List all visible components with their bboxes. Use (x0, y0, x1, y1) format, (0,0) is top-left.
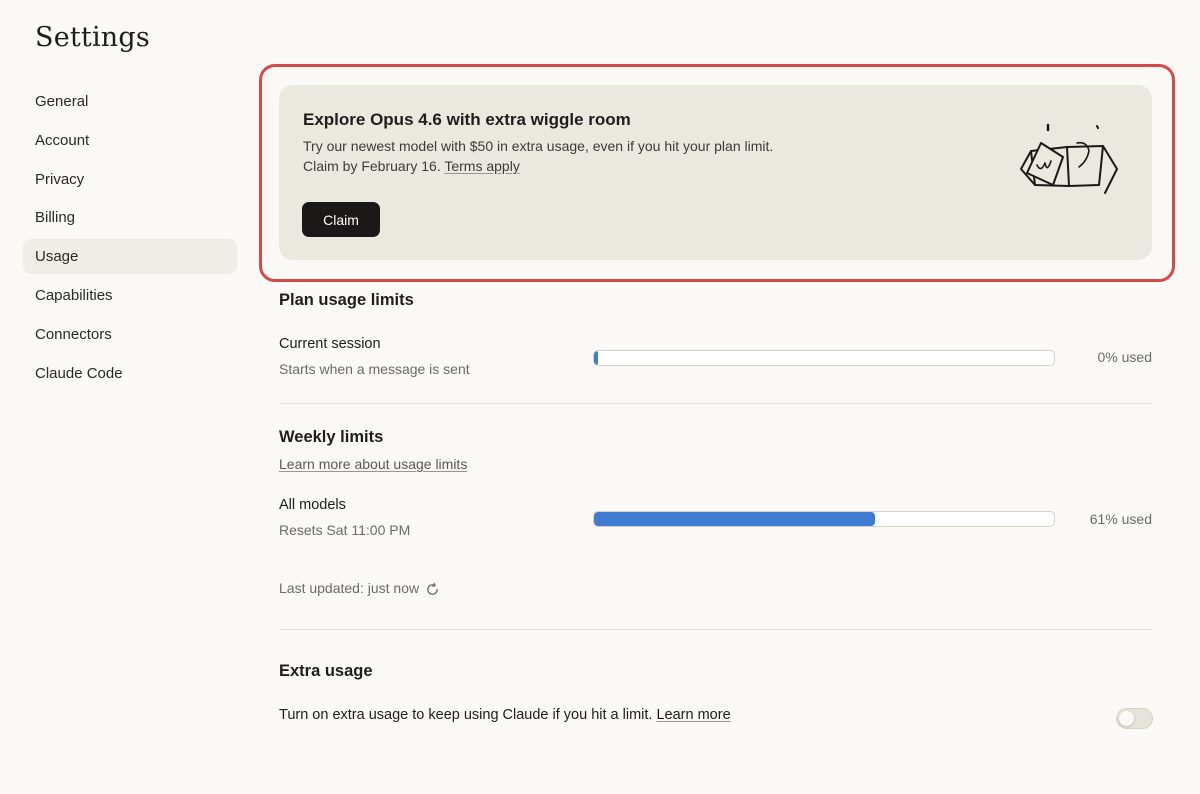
learn-more-usage-limits-link[interactable]: Learn more about usage limits (279, 456, 467, 472)
terms-apply-link[interactable]: Terms apply (444, 158, 519, 174)
sidebar-item-privacy[interactable]: Privacy (23, 162, 237, 197)
promo-line-1: Try our newest model with $50 in extra u… (303, 138, 774, 154)
current-session-sub: Starts when a message is sent (279, 361, 470, 377)
all-models-label: All models (279, 497, 346, 513)
sidebar-item-label: Capabilities (35, 286, 113, 304)
divider (279, 629, 1152, 630)
gift-box-illustration (1020, 123, 1118, 194)
current-session-progress-fill (594, 351, 598, 365)
sidebar-item-billing[interactable]: Billing (23, 200, 237, 235)
sidebar-item-usage[interactable]: Usage (23, 239, 237, 275)
extra-usage-text: Turn on extra usage to keep using Claude… (279, 707, 657, 723)
page-title: Settings (35, 22, 150, 53)
promo-line-2: Claim by February 16. Terms apply (303, 157, 773, 177)
sidebar-item-claude-code[interactable]: Claude Code (23, 356, 237, 391)
sidebar-item-label: Privacy (35, 170, 85, 188)
extra-usage-toggle[interactable] (1116, 708, 1153, 729)
extra-usage-title: Extra usage (279, 662, 373, 680)
all-models-progress-fill (594, 512, 875, 526)
all-models-usage-value: 61% used (1089, 511, 1152, 527)
sidebar-item-label: Billing (35, 209, 76, 227)
promo-title: Explore Opus 4.6 with extra wiggle room (303, 110, 631, 129)
sidebar-item-label: Connectors (35, 325, 112, 343)
promo-banner: Explore Opus 4.6 with extra wiggle room … (279, 85, 1152, 260)
toggle-knob (1119, 711, 1134, 726)
promo-claim-by: Claim by February 16. (303, 157, 445, 174)
plan-usage-title: Plan usage limits (279, 291, 414, 309)
last-updated-row: Last updated: just now (279, 580, 440, 597)
claim-button[interactable]: Claim (302, 202, 380, 237)
current-session-usage-value: 0% used (1097, 349, 1152, 365)
last-updated-text: Last updated: just now (279, 580, 420, 596)
all-models-progress-bar (593, 511, 1055, 527)
sidebar-item-capabilities[interactable]: Capabilities (23, 278, 237, 313)
sidebar-item-connectors[interactable]: Connectors (23, 317, 237, 352)
refresh-icon[interactable] (425, 582, 440, 597)
sidebar-item-label: Usage (35, 248, 79, 266)
current-session-progress-bar (593, 350, 1055, 366)
sidebar-item-general[interactable]: General (23, 84, 237, 119)
sidebar-item-label: Account (35, 131, 90, 149)
divider (279, 403, 1152, 404)
sidebar-item-label: Claude Code (35, 364, 123, 382)
sidebar-item-label: General (35, 93, 89, 110)
extra-usage-description: Turn on extra usage to keep using Claude… (279, 707, 731, 723)
settings-page: Settings General Account Privacy Billing… (0, 0, 1200, 794)
current-session-label: Current session (279, 336, 381, 352)
settings-sidebar: General Account Privacy Billing Usage Ca… (23, 84, 237, 394)
all-models-sub: Resets Sat 11:00 PM (279, 522, 411, 538)
weekly-limits-title: Weekly limits (279, 428, 384, 446)
promo-description: Try our newest model with $50 in extra u… (303, 137, 773, 176)
sidebar-item-account[interactable]: Account (23, 123, 237, 158)
extra-usage-learn-more-link[interactable]: Learn more (656, 707, 730, 723)
